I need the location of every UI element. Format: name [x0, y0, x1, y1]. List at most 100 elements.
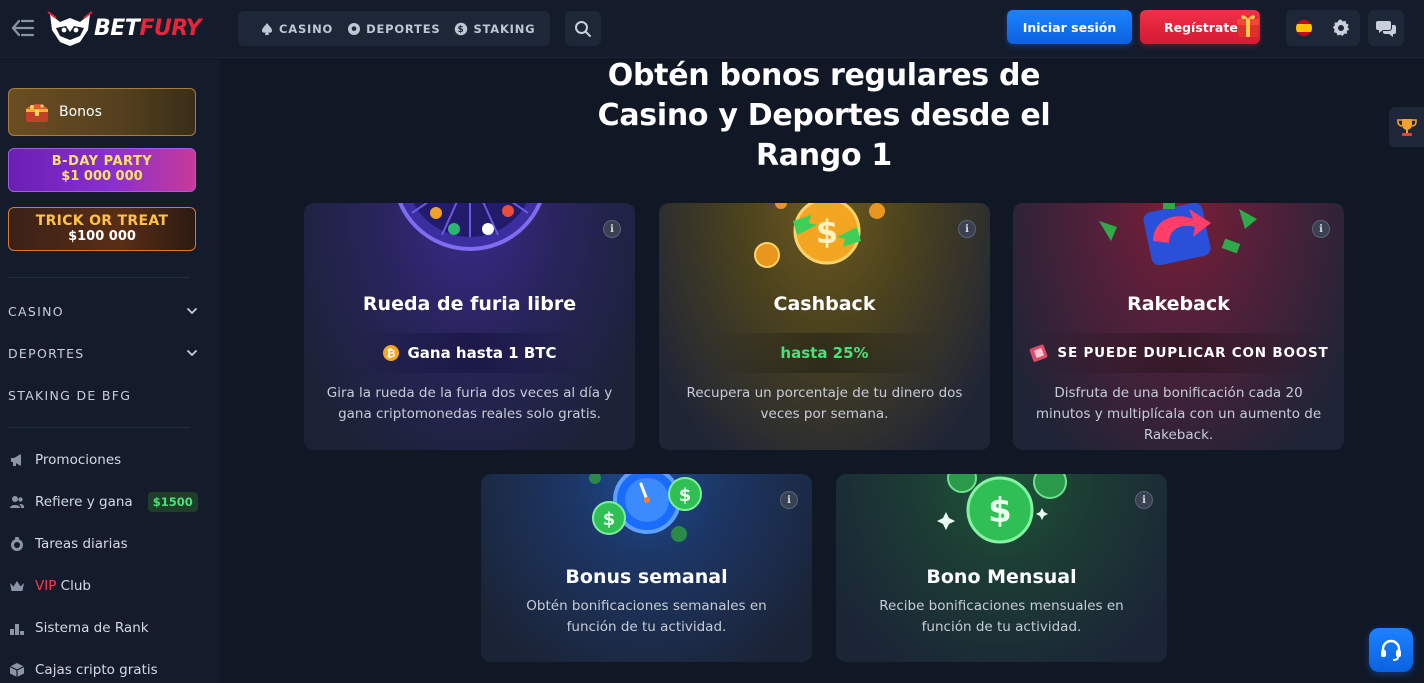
sidebar-bonos-button[interactable]: Bonos — [8, 88, 196, 136]
category-casino-label: CASINO — [8, 303, 64, 319]
svg-text:$: $ — [458, 25, 465, 35]
weekly-clock-coins-icon: $ $ — [589, 474, 702, 542]
nav-casino[interactable]: CASINO — [260, 22, 333, 36]
svg-text:$: $ — [679, 485, 692, 506]
gear-icon[interactable] — [1331, 18, 1351, 38]
card-highlight-text: SE PUEDE DUPLICAR CON BOOST — [1057, 345, 1329, 361]
svg-text:$: $ — [816, 213, 838, 251]
chat-icon — [1376, 21, 1396, 37]
headset-icon — [1381, 639, 1401, 661]
card-title: Rakeback — [1127, 293, 1230, 315]
chevron-down-icon — [187, 308, 197, 315]
bday-party-banner[interactable]: B-DAY PARTY $1 000 000 — [8, 148, 196, 192]
promociones-label: Promociones — [35, 452, 122, 468]
spain-flag-icon[interactable] — [1295, 20, 1312, 36]
card-title: Bono Mensual — [926, 566, 1077, 588]
card-description: Disfruta de una bonificación cada 20 min… — [1035, 385, 1322, 443]
card-title: Rueda de furia libre — [362, 293, 577, 315]
tareas-label: Tareas diarias — [35, 536, 128, 552]
svg-text:$: $ — [603, 509, 616, 530]
nav-casino-label: CASINO — [279, 21, 334, 36]
page-title: Obtén bonos regulares de Casino y Deport… — [597, 58, 1051, 173]
betfury-logo[interactable]: BETFURY — [46, 8, 202, 48]
cajas-label: Cajas cripto gratis — [35, 662, 158, 678]
bday-amount: $1 000 000 — [61, 169, 143, 184]
bonus-card-wheel[interactable]: i Rueda de furia libre ₿ Gana hasta 1 BT… — [304, 203, 635, 450]
svg-text:$: $ — [988, 491, 1012, 531]
category-deportes-label: DEPORTES — [8, 345, 85, 361]
bday-title: B-DAY PARTY — [51, 154, 153, 170]
nav-staking[interactable]: $ STAKING — [454, 22, 535, 36]
nav-deportes-label: DEPORTES — [366, 21, 441, 36]
rank-icon — [8, 619, 26, 637]
sidebar-item-rank[interactable]: Sistema de Rank — [8, 617, 198, 639]
trick-title: TRICK OR TREAT — [35, 213, 169, 230]
wheel-of-fury-icon — [398, 203, 542, 251]
gift-icon — [1237, 15, 1259, 37]
crown-icon — [8, 577, 26, 595]
main-nav: CASINO DEPORTES $ STAKING — [238, 11, 550, 46]
collapse-sidebar-icon[interactable] — [10, 16, 36, 40]
monthly-coins-icon: $ — [937, 474, 1067, 544]
box-icon — [8, 661, 26, 679]
info-icon[interactable]: i — [1135, 491, 1153, 509]
tasks-icon — [8, 535, 26, 553]
sidebar: Bonos B-DAY PARTY $1 000 000 TRICK OR TR… — [0, 59, 220, 683]
info-icon[interactable]: i — [780, 491, 798, 509]
users-icon — [8, 493, 26, 511]
bitcoin-icon: ₿ — [383, 345, 400, 361]
card-highlight: hasta 25% — [709, 333, 940, 373]
info-icon[interactable]: i — [603, 220, 621, 238]
bonus-card-monthly[interactable]: $ i Bono Mensual Recibe bonificaciones m… — [836, 474, 1167, 662]
bonus-card-weekly[interactable]: $ $ i Bonus semanal Obtén bonificaciones… — [481, 474, 812, 662]
card-description: Recibe bonificaciones mensuales en funci… — [879, 598, 1124, 635]
nav-deportes[interactable]: DEPORTES — [347, 22, 440, 36]
chevron-down-icon — [187, 350, 197, 357]
treasure-chest-icon — [26, 104, 48, 122]
sidebar-item-tareas[interactable]: Tareas diarias — [8, 533, 198, 555]
raccoon-logo-icon — [47, 11, 93, 46]
card-description: Recupera un porcentaje de tu dinero dos … — [686, 385, 963, 422]
sidebar-divider — [8, 277, 190, 278]
sidebar-item-promociones[interactable]: Promociones — [8, 449, 198, 471]
svg-text:₿: ₿ — [387, 347, 396, 360]
ball-icon — [348, 22, 361, 35]
sidebar-category-staking[interactable]: STAKING DE BFG — [8, 385, 198, 405]
referral-bonus-badge: $1500 — [147, 492, 198, 512]
card-highlight: SE PUEDE DUPLICAR CON BOOST — [1025, 333, 1332, 373]
boost-ticket-icon — [1030, 344, 1048, 362]
sidebar-category-deportes[interactable]: DEPORTES — [8, 343, 198, 363]
bonus-card-rakeback[interactable]: i Rakeback SE PUEDE DUPLICAR CON BOOST D… — [1013, 203, 1344, 450]
megaphone-icon — [8, 451, 26, 469]
utility-group — [1286, 10, 1360, 46]
info-icon[interactable]: i — [1312, 220, 1330, 238]
sidebar-item-cajas[interactable]: Cajas cripto gratis — [8, 659, 198, 681]
card-description: Obtén bonificaciones semanales en funció… — [526, 598, 767, 635]
nav-staking-label: STAKING — [473, 21, 536, 36]
chat-button[interactable] — [1368, 10, 1404, 46]
sidebar-item-refiere[interactable]: Refiere y gana $1500 — [8, 491, 198, 513]
cashback-coins-icon: $ — [754, 203, 885, 268]
coin-icon: $ — [455, 22, 468, 35]
support-button[interactable] — [1369, 628, 1413, 672]
bonus-card-cashback[interactable]: $ i Cashback hasta 25% Recupera un porce… — [659, 203, 990, 450]
card-title: Cashback — [773, 293, 876, 315]
card-description: Gira la rueda de la furia dos veces al d… — [326, 385, 613, 422]
search-button[interactable] — [565, 11, 601, 46]
sidebar-bonos-label: Bonos — [59, 104, 102, 120]
logo-text: BETFURY — [94, 15, 202, 41]
trick-or-treat-banner[interactable]: TRICK OR TREAT $100 000 — [8, 207, 196, 251]
logo-fury: FURY — [139, 15, 202, 41]
card-highlight: ₿ Gana hasta 1 BTC — [354, 333, 585, 373]
logo-bet: BET — [94, 15, 140, 41]
info-icon[interactable]: i — [958, 220, 976, 238]
vip-suffix: Club — [56, 578, 91, 594]
category-staking-label: STAKING DE BFG — [8, 387, 132, 403]
sidebar-item-vip[interactable]: VIP Club — [8, 575, 198, 597]
sidebar-category-casino[interactable]: CASINO — [8, 301, 198, 321]
trophy-tab[interactable] — [1389, 107, 1424, 147]
trick-amount: $100 000 — [68, 228, 136, 244]
sidebar-divider — [8, 427, 190, 428]
login-button[interactable]: Iniciar sesión — [1007, 10, 1132, 44]
top-bar: BETFURY CASINO DEPORTES $ STAKING Inicia… — [0, 0, 1424, 58]
